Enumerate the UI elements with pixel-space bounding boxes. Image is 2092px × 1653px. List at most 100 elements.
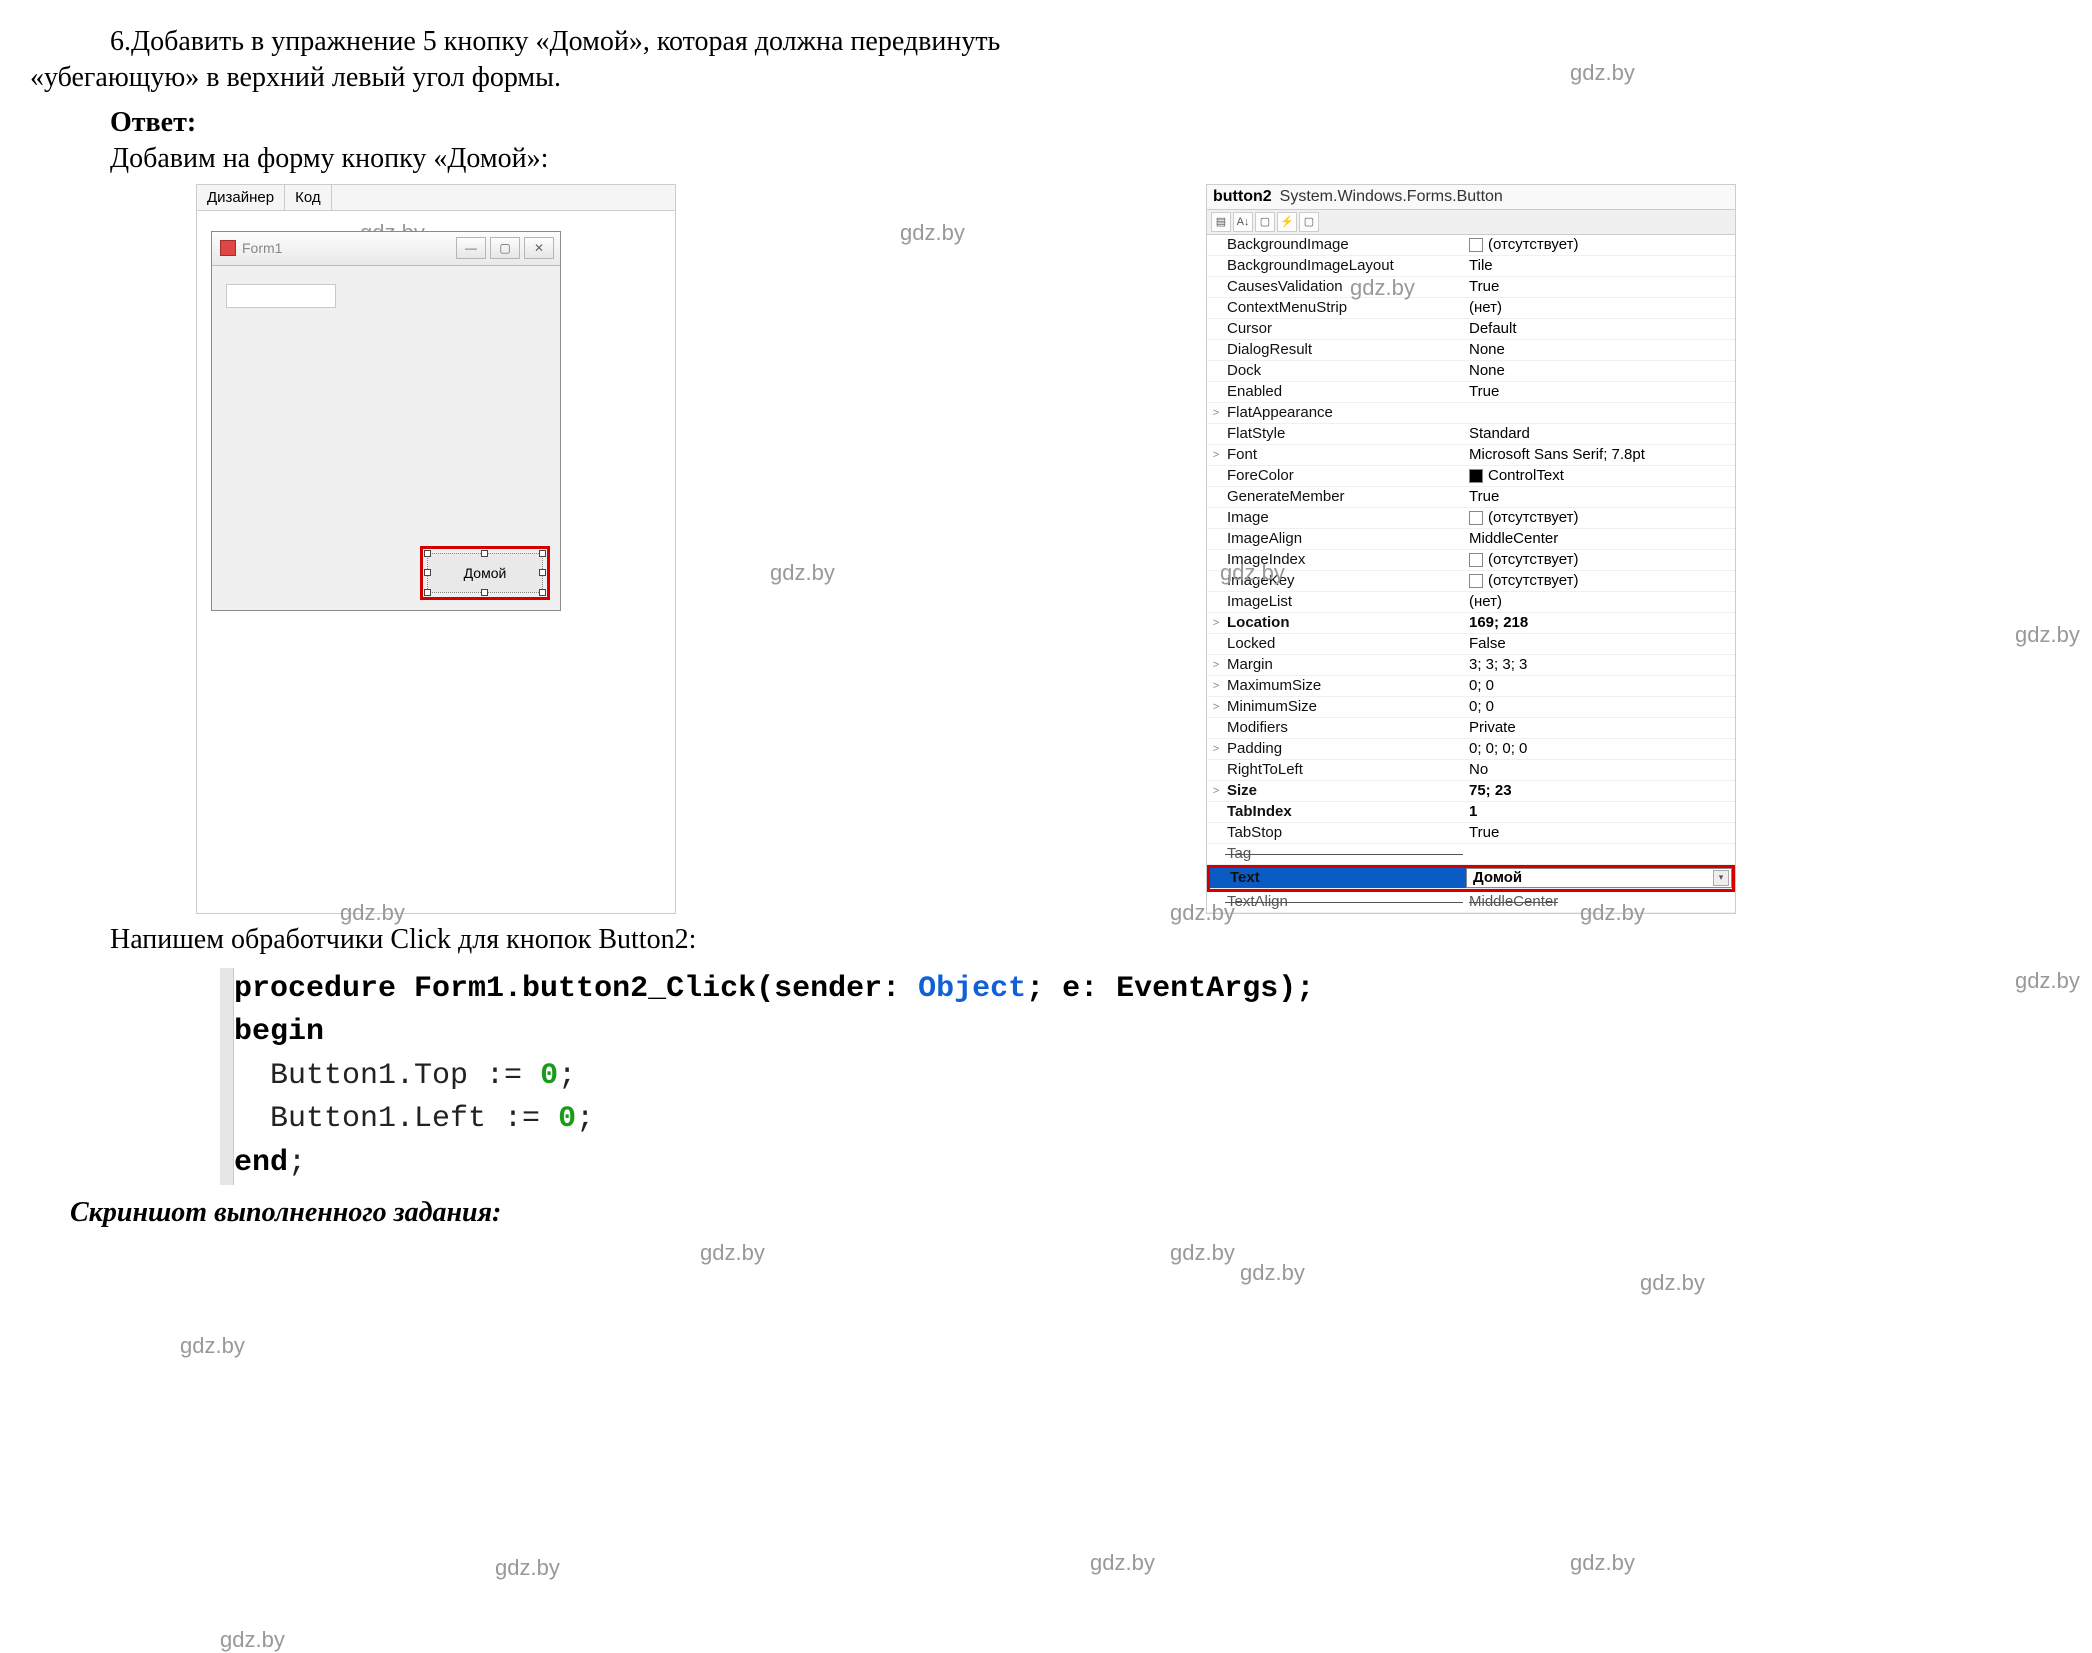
property-value[interactable]: Private xyxy=(1469,719,1516,736)
property-row[interactable]: ImageList (нет) xyxy=(1207,592,1735,613)
property-value[interactable]: Microsoft Sans Serif; 7.8pt xyxy=(1469,446,1645,463)
property-row[interactable]: ImageAlignMiddleCenter xyxy=(1207,529,1735,550)
sort-cat-icon[interactable]: ▤ xyxy=(1211,212,1231,232)
property-value[interactable]: False xyxy=(1469,635,1506,652)
property-value[interactable]: 169; 218 xyxy=(1469,614,1528,631)
page-icon[interactable]: ▢ xyxy=(1299,212,1319,232)
property-row[interactable]: DockNone xyxy=(1207,361,1735,382)
watermark: gdz.by xyxy=(1090,1550,1155,1576)
property-value[interactable]: (отсутствует) xyxy=(1488,236,1578,253)
property-row[interactable]: FlatStyleStandard xyxy=(1207,424,1735,445)
property-row[interactable]: CursorDefault xyxy=(1207,319,1735,340)
property-row[interactable]: >Margin3; 3; 3; 3 xyxy=(1207,655,1735,676)
property-name: ImageList xyxy=(1225,593,1463,610)
form-body[interactable]: Домой xyxy=(212,266,560,610)
click-handler-line: Напишем обработчики Click для кнопок But… xyxy=(0,922,2092,958)
expand-icon[interactable]: > xyxy=(1207,680,1225,692)
resize-handle[interactable] xyxy=(481,550,488,557)
sort-az-icon[interactable]: A↓ xyxy=(1233,212,1253,232)
property-value[interactable]: 0; 0 xyxy=(1469,698,1494,715)
empty-swatch-icon xyxy=(1469,511,1483,525)
property-row[interactable]: DialogResultNone xyxy=(1207,340,1735,361)
resize-handle[interactable] xyxy=(424,569,431,576)
property-value[interactable]: No xyxy=(1469,761,1488,778)
property-value[interactable]: Домой xyxy=(1473,869,1522,886)
dropdown-icon[interactable]: ▾ xyxy=(1713,870,1729,886)
props-icon[interactable]: ▢ xyxy=(1255,212,1275,232)
property-value[interactable]: (отсутствует) xyxy=(1488,551,1578,568)
resize-handle[interactable] xyxy=(539,550,546,557)
property-value[interactable]: (нет) xyxy=(1469,593,1502,610)
property-row[interactable]: BackgroundImage(отсутствует) xyxy=(1207,235,1735,256)
designer-canvas[interactable]: Form1 — ▢ ✕ Домой xyxy=(197,211,675,651)
tab-code[interactable]: Код xyxy=(285,185,332,210)
resize-handle[interactable] xyxy=(539,569,546,576)
resize-handle[interactable] xyxy=(539,589,546,596)
expand-icon[interactable]: > xyxy=(1207,617,1225,629)
expand-icon[interactable]: > xyxy=(1207,785,1225,797)
maximize-button[interactable]: ▢ xyxy=(490,237,520,259)
property-row[interactable]: >Location169; 218 xyxy=(1207,613,1735,634)
property-row[interactable]: TextДомой▾ xyxy=(1210,868,1732,889)
property-value[interactable]: (нет) xyxy=(1469,299,1502,316)
close-button[interactable]: ✕ xyxy=(524,237,554,259)
resize-handle[interactable] xyxy=(481,589,488,596)
property-row[interactable]: BackgroundImageLayoutTile xyxy=(1207,256,1735,277)
property-value[interactable]: True xyxy=(1469,824,1499,841)
property-value[interactable]: Standard xyxy=(1469,425,1530,442)
property-row[interactable]: LockedFalse xyxy=(1207,634,1735,655)
property-row[interactable]: Tag xyxy=(1207,844,1735,865)
property-row[interactable]: RightToLeftNo xyxy=(1207,760,1735,781)
property-value[interactable]: 75; 23 xyxy=(1469,782,1512,799)
property-row[interactable]: >Size75; 23 xyxy=(1207,781,1735,802)
property-row[interactable]: GenerateMemberTrue xyxy=(1207,487,1735,508)
property-row[interactable]: ImageIndex(отсутствует) xyxy=(1207,550,1735,571)
tab-designer[interactable]: Дизайнер xyxy=(197,185,285,210)
property-value[interactable]: Tile xyxy=(1469,257,1493,274)
expand-icon[interactable]: > xyxy=(1207,407,1225,419)
property-value[interactable]: 0; 0; 0; 0 xyxy=(1469,740,1527,757)
property-value[interactable]: 1 xyxy=(1469,803,1477,820)
property-row[interactable]: ContextMenuStrip(нет) xyxy=(1207,298,1735,319)
property-value[interactable]: 0; 0 xyxy=(1469,677,1494,694)
resize-handle[interactable] xyxy=(424,589,431,596)
property-row[interactable]: CausesValidationTrue xyxy=(1207,277,1735,298)
property-row[interactable]: ImageKey(отсутствует) xyxy=(1207,571,1735,592)
expand-icon[interactable]: > xyxy=(1207,659,1225,671)
property-row[interactable]: EnabledTrue xyxy=(1207,382,1735,403)
property-row[interactable]: TextAlignMiddleCenter xyxy=(1207,892,1735,913)
property-row[interactable]: Image(отсутствует) xyxy=(1207,508,1735,529)
property-value[interactable]: None xyxy=(1469,362,1505,379)
property-value[interactable]: (отсутствует) xyxy=(1488,509,1578,526)
textbox-button1[interactable] xyxy=(226,284,336,308)
property-value[interactable]: True xyxy=(1469,278,1499,295)
button2-home[interactable]: Домой xyxy=(427,553,543,593)
property-row[interactable]: TabIndex1 xyxy=(1207,802,1735,823)
property-value[interactable]: 3; 3; 3; 3 xyxy=(1469,656,1527,673)
property-row[interactable]: >MinimumSize0; 0 xyxy=(1207,697,1735,718)
resize-handle[interactable] xyxy=(424,550,431,557)
property-value[interactable]: (отсутствует) xyxy=(1488,572,1578,589)
property-row[interactable]: ModifiersPrivate xyxy=(1207,718,1735,739)
expand-icon[interactable]: > xyxy=(1207,449,1225,461)
property-grid[interactable]: BackgroundImage(отсутствует)BackgroundIm… xyxy=(1207,235,1735,913)
form-window[interactable]: Form1 — ▢ ✕ Домой xyxy=(211,231,561,611)
minimize-button[interactable]: — xyxy=(456,237,486,259)
property-value[interactable]: True xyxy=(1469,383,1499,400)
property-value[interactable]: MiddleCenter xyxy=(1469,893,1558,910)
property-row[interactable]: ForeColorControlText xyxy=(1207,466,1735,487)
expand-icon[interactable]: > xyxy=(1207,743,1225,755)
property-value[interactable]: True xyxy=(1469,488,1499,505)
property-row[interactable]: >FontMicrosoft Sans Serif; 7.8pt xyxy=(1207,445,1735,466)
property-value[interactable]: None xyxy=(1469,341,1505,358)
property-row[interactable]: >MaximumSize0; 0 xyxy=(1207,676,1735,697)
expand-icon[interactable]: > xyxy=(1207,701,1225,713)
property-value[interactable]: Default xyxy=(1469,320,1517,337)
events-icon[interactable]: ⚡ xyxy=(1277,212,1297,232)
watermark: gdz.by xyxy=(1570,1550,1635,1576)
property-row[interactable]: TabStopTrue xyxy=(1207,823,1735,844)
property-value[interactable]: ControlText xyxy=(1488,467,1564,484)
property-value[interactable]: MiddleCenter xyxy=(1469,530,1558,547)
property-row[interactable]: >FlatAppearance xyxy=(1207,403,1735,424)
property-row[interactable]: >Padding0; 0; 0; 0 xyxy=(1207,739,1735,760)
